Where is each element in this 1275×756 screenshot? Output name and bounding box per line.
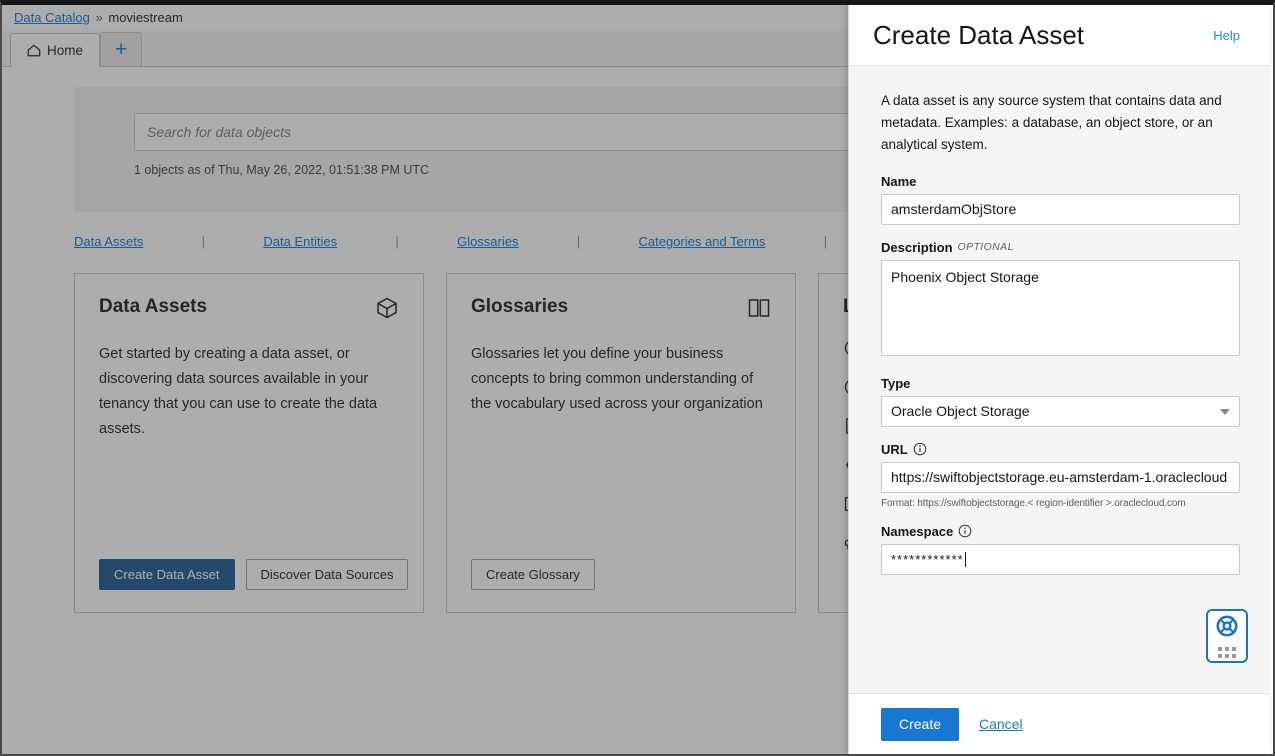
field-url: URL Format: https://swiftobjectstorage.<… <box>881 442 1240 509</box>
field-namespace: Namespace ************ <box>881 524 1240 575</box>
help-widget-button[interactable] <box>1206 609 1248 663</box>
url-input[interactable] <box>881 461 1240 493</box>
label-text: Type <box>881 375 911 391</box>
label-text: Namespace <box>881 523 954 539</box>
panel-header: Create Data Asset Help <box>849 5 1270 66</box>
label-text: URL <box>881 441 908 457</box>
panel-intro-text: A data asset is any source system that c… <box>881 93 1222 152</box>
panel-footer: Create Cancel <box>849 693 1270 754</box>
modal-overlay[interactable] <box>2 5 848 754</box>
field-label-type: Type <box>881 376 1240 391</box>
field-label-name: Name <box>881 174 1240 189</box>
type-select-wrapper: Oracle Object Storage <box>881 395 1240 427</box>
field-label-url: URL <box>881 442 1240 457</box>
namespace-masked-value: ************ <box>891 551 964 567</box>
namespace-input[interactable]: ************ <box>881 543 1240 575</box>
url-format-hint: Format: https://swiftobjectstorage.< reg… <box>881 497 1186 509</box>
optional-badge: OPTIONAL <box>957 241 1014 254</box>
field-type: Type Oracle Object Storage <box>881 376 1240 427</box>
field-description: Description OPTIONAL <box>881 240 1240 361</box>
help-link[interactable]: Help <box>1213 28 1240 43</box>
drag-handle-dots[interactable] <box>1218 647 1236 658</box>
text-cursor <box>964 551 966 567</box>
label-text: Name <box>881 173 917 189</box>
app-window: Data Catalog » moviestream Home + 1 obje… <box>0 0 1275 756</box>
field-label-namespace: Namespace <box>881 524 1240 539</box>
info-icon[interactable] <box>913 442 927 456</box>
field-label-description: Description OPTIONAL <box>881 240 1240 255</box>
create-data-asset-panel: Create Data Asset Help A data asset is a… <box>848 5 1270 754</box>
field-name: Name <box>881 174 1240 225</box>
page-title: Create Data Asset <box>873 19 1084 50</box>
info-icon[interactable] <box>958 524 972 538</box>
cancel-link[interactable]: Cancel <box>979 716 1023 732</box>
type-select[interactable]: Oracle Object Storage <box>881 395 1240 427</box>
description-textarea[interactable] <box>881 259 1240 356</box>
label-text: Description <box>881 239 953 255</box>
life-ring-icon <box>1215 614 1239 643</box>
name-input[interactable] <box>881 193 1240 225</box>
panel-body: A data asset is any source system that c… <box>849 66 1270 693</box>
create-button[interactable]: Create <box>881 707 959 741</box>
